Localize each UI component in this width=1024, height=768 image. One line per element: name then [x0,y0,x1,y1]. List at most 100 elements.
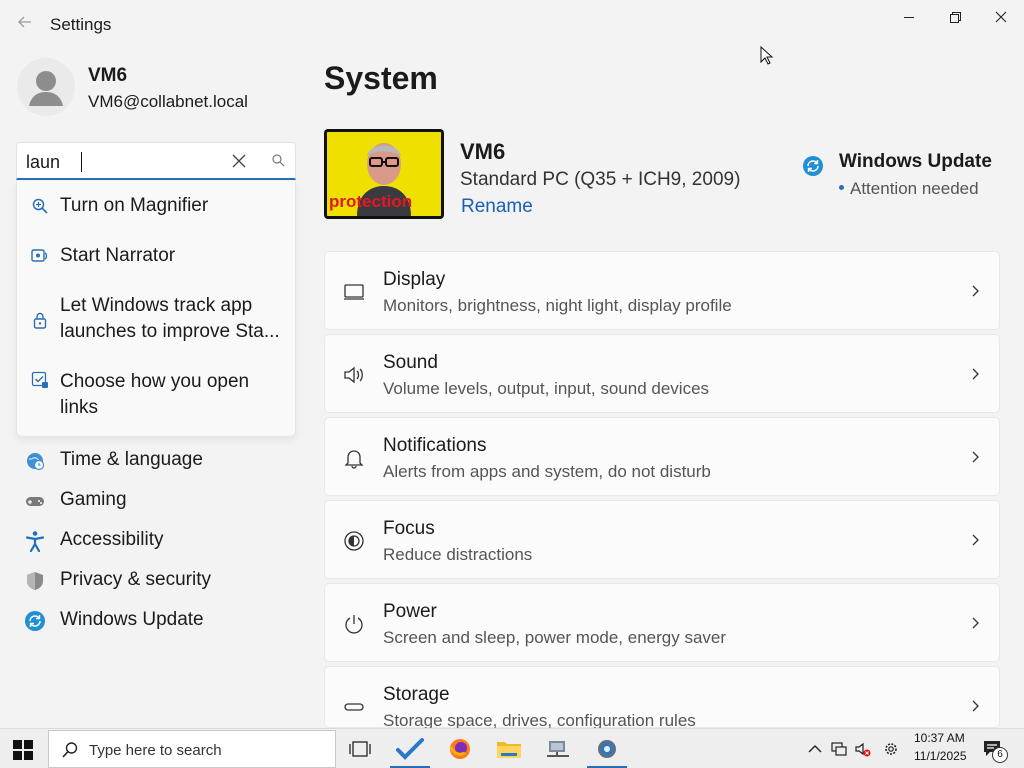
chevron-right-icon [972,285,979,297]
taskbar-app-todo[interactable] [390,731,430,768]
maximize-button[interactable] [932,4,978,30]
mouse-cursor-icon [760,46,774,65]
update-icon [803,156,823,176]
card-focus[interactable]: Focus Reduce distractions [324,500,1000,579]
card-title: Storage [383,684,450,705]
clock-time[interactable]: 10:37 AM [914,731,965,745]
notification-badge: 6 [992,747,1008,763]
status-dot [839,185,844,191]
nav-item-accessibility[interactable]: Accessibility [16,521,296,559]
taskbar-app-settings[interactable] [587,731,627,768]
default-apps-icon [31,371,48,388]
chevron-right-icon [972,451,979,463]
close-button[interactable] [978,4,1024,30]
app-title: Settings [50,15,112,34]
card-subtitle: Monitors, brightness, night light, displ… [383,296,732,315]
text-caret [81,152,82,172]
taskbar-app-network[interactable] [538,731,578,767]
windows-update-title[interactable]: Windows Update [839,151,992,173]
windows-start-icon[interactable] [12,739,34,761]
account-email: VM6@collabnet.local [88,92,248,111]
chevron-right-icon [972,617,979,629]
user-icon [29,71,63,106]
magnifier-icon [32,198,48,214]
firefox-icon [449,739,470,759]
search-button[interactable] [271,153,287,169]
folder-icon [497,742,521,758]
card-title: Power [383,601,437,622]
task-view-button[interactable] [340,731,380,767]
gear-icon[interactable] [882,740,900,758]
restore-icon [949,11,961,23]
globe-clock-icon [27,453,45,471]
volume-muted-icon[interactable] [854,740,872,758]
nav-item-gaming[interactable]: Gaming [16,481,296,519]
suggestion-item[interactable]: Choose how you open links [17,369,295,429]
taskbar: Type here to search [0,728,1024,768]
back-arrow-icon [18,16,31,28]
nav-item-windows-update[interactable]: Windows Update [16,601,296,639]
suggestion-label: Start Narrator [60,245,176,266]
nav-label: Gaming [60,489,127,510]
taskbar-search-placeholder: Type here to search [89,742,222,759]
title-bar: Settings [0,0,1024,50]
minimize-button[interactable] [886,4,932,30]
card-subtitle: Screen and sleep, power mode, energy sav… [383,628,727,647]
card-sound[interactable]: Sound Volume levels, output, input, soun… [324,334,1000,413]
card-subtitle: Volume levels, output, input, sound devi… [383,379,710,398]
suggestion-label: Let Windows track app launches to improv… [60,295,280,342]
taskbar-search[interactable]: Type here to search [48,730,336,768]
taskbar-app-firefox[interactable] [440,731,480,767]
gamepad-icon [26,497,44,506]
status-text: Attention needed [850,179,979,198]
device-model: Standard PC (Q35 + ICH9, 2009) [460,169,741,190]
nav-label: Privacy & security [60,569,211,590]
card-notifications[interactable]: Notifications Alerts from apps and syste… [324,417,1000,496]
search-suggestions: Turn on Magnifier Start Narrator Let Win… [16,181,296,437]
shield-icon [27,572,43,590]
update-icon [25,611,45,631]
card-subtitle: Reduce distractions [383,545,533,564]
minimize-icon [903,16,914,18]
chevron-right-icon [972,368,979,380]
suggestion-label: Turn on Magnifier [60,195,209,216]
clear-icon [232,154,246,168]
device-image[interactable]: protection [324,129,444,219]
power-icon [345,615,363,634]
nav-item-privacy-security[interactable]: Privacy & security [16,561,296,599]
card-title: Notifications [383,435,487,456]
focus-icon [344,531,364,551]
nav-label: Time & language [60,449,203,470]
taskbar-app-explorer[interactable] [489,731,529,767]
card-power[interactable]: Power Screen and sleep, power mode, ener… [324,583,1000,662]
avatar[interactable] [17,58,75,116]
card-display[interactable]: Display Monitors, brightness, night ligh… [324,251,1000,330]
narrator-icon [31,249,48,262]
network-icon[interactable] [830,740,848,758]
settings-search-input[interactable] [26,151,216,173]
chevron-up-icon[interactable] [806,740,824,758]
search-icon [62,742,78,758]
device-image-caption: protection [329,192,413,211]
back-button[interactable] [14,14,36,36]
nav-label: Accessibility [60,529,164,550]
rename-link[interactable]: Rename [461,196,533,218]
lock-icon [33,312,47,329]
account-name: VM6 [88,65,128,86]
card-title: Sound [383,352,438,373]
device-name: VM6 [460,139,506,164]
clear-search-button[interactable] [229,151,249,171]
clock-date[interactable]: 11/1/2025 [914,749,967,763]
suggestion-item[interactable]: Let Windows track app launches to improv… [17,293,295,357]
search-icon [272,154,285,167]
card-storage[interactable]: Storage Storage space, drives, configura… [324,666,1000,730]
storage-icon [344,703,364,711]
suggestion-item[interactable]: Turn on Magnifier [17,193,295,233]
card-title: Focus [383,518,435,539]
network-computer-icon [547,741,569,757]
suggestion-item[interactable]: Start Narrator [17,243,295,283]
nav-item-time-language[interactable]: Time & language [16,441,296,479]
monitor-icon [344,284,364,300]
page-title: System [324,60,438,96]
settings-search-box[interactable] [16,142,296,180]
